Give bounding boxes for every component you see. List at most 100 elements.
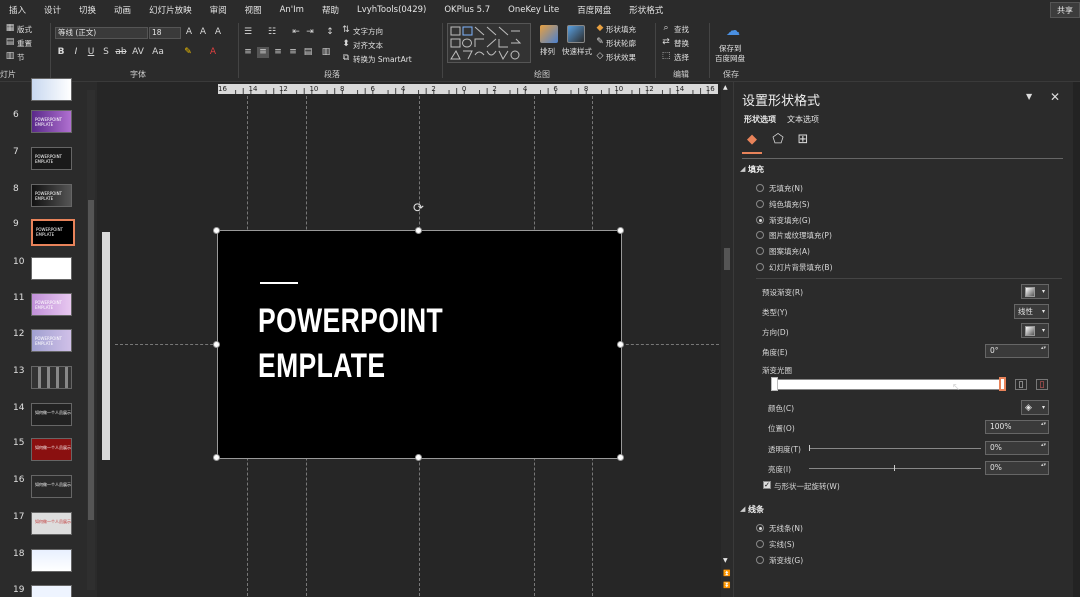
slide-thumbnail[interactable]: 7 POWERPOINT EMPLATE xyxy=(0,147,90,177)
slider-thumb[interactable] xyxy=(809,445,810,451)
radio-button[interactable] xyxy=(756,556,764,564)
add-stop-icon[interactable]: ▯ xyxy=(1015,379,1027,390)
underline-icon[interactable]: U xyxy=(85,47,97,58)
next-slide-icon[interactable]: ⏬ xyxy=(723,582,730,589)
slide-thumbnail[interactable]: 6 POWERPOINT EMPLATE xyxy=(0,110,90,140)
strikethrough-icon[interactable]: ab xyxy=(115,47,127,58)
font-name-select[interactable]: 等线 (正文) xyxy=(55,27,148,39)
font-color-icon[interactable]: A xyxy=(207,47,219,58)
text-direction-button[interactable]: 文字方向 xyxy=(353,26,383,37)
tab-shape-format[interactable]: 形状格式 xyxy=(620,4,672,16)
find-button[interactable]: 查找 xyxy=(674,24,689,35)
tab-review[interactable]: 审阅 xyxy=(201,4,236,16)
baidu-cloud-icon[interactable]: ☁ xyxy=(725,23,741,39)
scroll-up-icon[interactable]: ▲ xyxy=(723,84,728,91)
pane-options-icon[interactable]: ▼ xyxy=(1026,92,1032,101)
scroll-down-icon[interactable]: ▼ xyxy=(723,557,728,564)
resize-handle[interactable] xyxy=(415,227,422,234)
radio-gradient-line[interactable]: 渐变线(G) xyxy=(756,554,803,566)
shape-effects-button[interactable]: 形状效果 xyxy=(606,52,636,63)
close-icon[interactable]: ✕ xyxy=(1050,90,1060,104)
increase-indent-icon[interactable]: ⇥ xyxy=(304,27,316,38)
radio-no-fill[interactable]: 无填充(N) xyxy=(756,182,803,194)
tab-lvyhtools[interactable]: LvyhTools(0429) xyxy=(348,5,435,15)
select-button[interactable]: 选择 xyxy=(674,52,689,63)
slide-thumbnail[interactable] xyxy=(0,78,90,112)
slide[interactable]: POWERPOINT EMPLATE xyxy=(217,230,622,459)
radio-button[interactable] xyxy=(756,263,764,271)
resize-handle[interactable] xyxy=(617,341,624,348)
collapse-caret-icon[interactable]: ◢ xyxy=(740,505,745,513)
tab-animations[interactable]: 动画 xyxy=(105,4,140,16)
shadow-icon[interactable]: S xyxy=(100,47,112,58)
brightness-input[interactable]: 0% xyxy=(985,461,1049,475)
section-button[interactable]: 节 xyxy=(17,52,25,63)
rotate-handle-icon[interactable]: ⟳ xyxy=(413,201,424,216)
align-center-icon[interactable]: ≡ xyxy=(257,47,269,58)
grow-font-icon[interactable]: A xyxy=(183,27,195,38)
layout-button[interactable]: 版式 xyxy=(17,24,32,35)
radio-solid-line[interactable]: 实线(S) xyxy=(756,538,795,550)
radio-pattern-fill[interactable]: 图案填充(A) xyxy=(756,245,810,257)
line-spacing-icon[interactable]: ↕ xyxy=(324,27,336,38)
replace-button[interactable]: 替换 xyxy=(674,38,689,49)
decrease-indent-icon[interactable]: ⇤ xyxy=(290,27,302,38)
shape-outline-button[interactable]: 形状轮廓 xyxy=(606,38,636,49)
tab-insert[interactable]: 插入 xyxy=(0,4,35,16)
slide-thumbnail[interactable]: 15 如何做一个人员展示 xyxy=(0,438,90,468)
radio-no-line[interactable]: 无线条(N) xyxy=(756,522,803,534)
prev-slide-icon[interactable]: ⏫ xyxy=(723,570,730,577)
convert-smartart-button[interactable]: 转换为 SmartArt xyxy=(353,54,412,65)
tab-baidu[interactable]: 百度网盘 xyxy=(568,4,620,16)
shape-fill-button[interactable]: 形状填充 xyxy=(606,24,636,35)
slide-thumbnail-selected[interactable]: 9 POWERPOINT EMPLATE xyxy=(0,219,90,249)
slide-thumbnail[interactable]: 18 xyxy=(0,549,90,579)
tab-help[interactable]: 帮助 xyxy=(313,4,348,16)
resize-handle[interactable] xyxy=(617,227,624,234)
numbering-icon[interactable]: ☷ xyxy=(266,27,278,38)
columns-icon[interactable]: ▥ xyxy=(320,47,332,58)
slide-thumbnail[interactable]: 17 如何做一个人员展示 xyxy=(0,512,90,542)
change-case-icon[interactable]: Aa xyxy=(152,47,164,58)
scrollbar-thumb[interactable] xyxy=(724,248,730,270)
tab-okplus[interactable]: OKPlus 5.7 xyxy=(435,5,499,15)
radio-button[interactable] xyxy=(756,540,764,548)
canvas-scrollbar[interactable]: ▲ ▼ ⏫ ⏬ xyxy=(722,82,732,597)
type-dropdown[interactable]: 线性 ▾ xyxy=(1014,304,1049,319)
size-properties-icon[interactable]: ⊞ xyxy=(795,132,811,148)
title-accent-line[interactable] xyxy=(260,282,298,284)
align-text-button[interactable]: 对齐文本 xyxy=(353,40,383,51)
radio-picture-fill[interactable]: 图片或纹理填充(P) xyxy=(756,229,832,241)
slide-thumbnail[interactable]: 16 如何做一个人员展示 xyxy=(0,475,90,505)
angle-input[interactable]: 0° xyxy=(985,344,1049,358)
radio-button[interactable] xyxy=(756,247,764,255)
tab-shape-options[interactable]: 形状选项 xyxy=(744,114,776,125)
arrange-button[interactable]: 排列 xyxy=(540,46,555,57)
transparency-slider[interactable] xyxy=(809,448,981,449)
resize-handle[interactable] xyxy=(213,454,220,461)
align-left-icon[interactable]: ≡ xyxy=(242,47,254,58)
align-right-icon[interactable]: ≡ xyxy=(272,47,284,58)
distribute-icon[interactable]: ▤ xyxy=(302,47,314,58)
radio-gradient-fill[interactable]: 渐变填充(G) xyxy=(756,214,811,226)
tab-onekey[interactable]: OneKey Lite xyxy=(499,5,568,15)
position-input[interactable]: 100% xyxy=(985,420,1049,434)
preset-gradient-dropdown[interactable]: ▾ xyxy=(1021,284,1049,299)
slide-thumbnail[interactable]: 19 xyxy=(0,585,90,597)
tab-text-options[interactable]: 文本选项 xyxy=(787,114,819,125)
tab-slideshow[interactable]: 幻灯片放映 xyxy=(140,4,201,16)
radio-button[interactable] xyxy=(756,231,764,239)
slide-thumbnail[interactable]: 11 POWERPOINT EMPLATE xyxy=(0,293,90,323)
radio-background-fill[interactable]: 幻灯片背景填充(B) xyxy=(756,261,833,273)
remove-stop-icon[interactable]: ▯ xyxy=(1036,379,1048,390)
radio-button[interactable] xyxy=(756,200,764,208)
scrollbar-thumb[interactable] xyxy=(88,200,94,520)
gradient-stop-selected[interactable] xyxy=(999,377,1006,391)
transparency-input[interactable]: 0% xyxy=(985,441,1049,455)
bullets-icon[interactable]: ☰ xyxy=(242,27,254,38)
radio-solid-fill[interactable]: 纯色填充(S) xyxy=(756,198,810,210)
gradient-stops-bar[interactable] xyxy=(774,379,1004,390)
radio-button[interactable] xyxy=(756,184,764,192)
rotate-with-shape-checkbox[interactable]: ✓ xyxy=(763,481,771,489)
font-size-select[interactable]: 18 xyxy=(149,27,181,39)
